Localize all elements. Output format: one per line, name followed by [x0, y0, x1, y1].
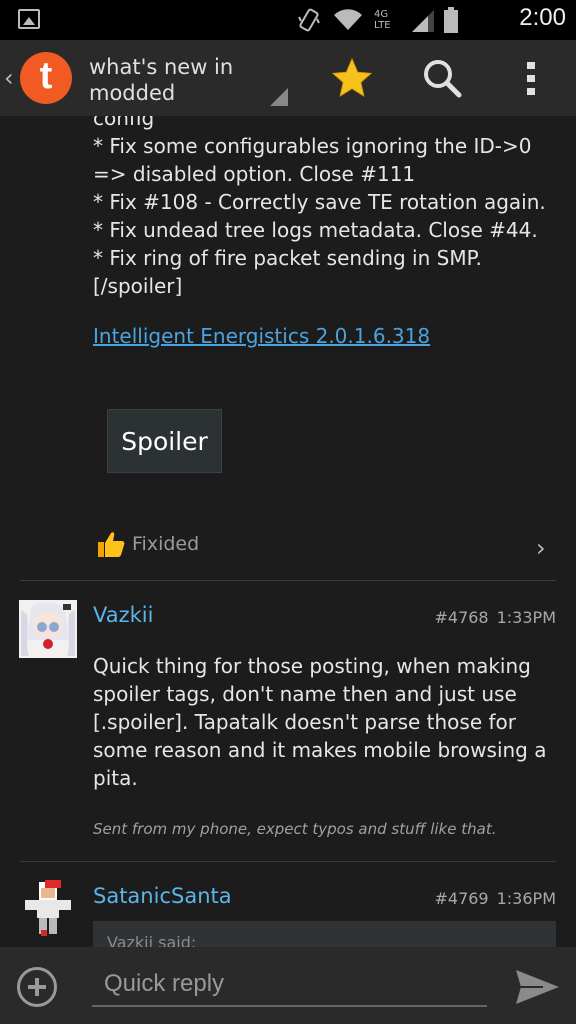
post-line: * Fix ring of fire packet sending in SMP… — [93, 246, 482, 270]
send-icon[interactable] — [513, 967, 561, 1007]
username[interactable]: Vazkii — [93, 603, 153, 627]
add-attachment-icon[interactable] — [17, 967, 57, 1007]
username[interactable]: SatanicSanta — [93, 884, 232, 908]
thread-content[interactable]: config * Fix some configurables ignoring… — [0, 116, 576, 947]
network-type: 4G LTE — [374, 9, 391, 31]
wifi-icon — [334, 9, 362, 31]
post-signature: Sent from my phone, expect typos and stu… — [93, 820, 497, 838]
post-divider — [20, 580, 556, 581]
post-divider — [20, 861, 556, 862]
chevron-right-icon[interactable]: › — [536, 534, 546, 562]
quick-reply-bar — [0, 947, 576, 1024]
post-line: config — [93, 116, 155, 130]
status-bar: 4G LTE 2:00 — [0, 0, 576, 40]
overflow-menu-icon[interactable] — [507, 54, 555, 102]
post-time: 1:36PM — [496, 889, 556, 908]
post-number: #4768 — [434, 608, 489, 627]
post-meta: #4768 1:33PM — [434, 608, 556, 627]
battery-icon — [444, 7, 458, 33]
signal-icon — [412, 10, 434, 32]
thumbs-up-icon — [98, 532, 125, 557]
avatar[interactable] — [19, 600, 77, 658]
clock: 2:00 — [519, 4, 566, 31]
spoiler-button[interactable]: Spoiler — [107, 409, 222, 473]
post-number: #4769 — [434, 889, 489, 908]
search-icon[interactable] — [418, 54, 466, 102]
post-body: Quick thing for those posting, when maki… — [93, 654, 547, 790]
post-time: 1:33PM — [496, 608, 556, 627]
quote-header: Vazkii said: — [107, 933, 197, 947]
quote-block: Vazkii said: — [93, 921, 556, 947]
post-line: * Fix undead tree logs metadata. Close #… — [93, 218, 538, 242]
post-line: => disabled option. Close #111 — [93, 162, 416, 186]
post-line: [/spoiler] — [93, 274, 183, 298]
thanks-label: Fixided — [132, 533, 200, 555]
post-line: * Fix some configurables ignoring the ID… — [93, 134, 532, 158]
star-icon[interactable] — [328, 54, 376, 102]
action-bar: ‹ t what's new in modded — [0, 40, 576, 116]
status-icons: 4G LTE — [296, 6, 458, 34]
vibrate-icon — [298, 8, 320, 32]
image-notification-icon — [18, 9, 40, 29]
forum-title[interactable]: what's new in modded — [89, 54, 289, 106]
quick-reply-input[interactable] — [92, 963, 487, 1007]
dropdown-triangle-icon — [270, 88, 288, 106]
previous-post-body: config * Fix some configurables ignoring… — [93, 116, 563, 300]
post-meta: #4769 1:36PM — [434, 889, 556, 908]
avatar[interactable] — [19, 880, 77, 938]
tapatalk-logo[interactable]: t — [20, 52, 72, 104]
back-chevron-icon[interactable]: ‹ — [4, 64, 14, 92]
post-line: * Fix #108 - Correctly save TE rotation … — [93, 190, 546, 214]
release-link[interactable]: Intelligent Energistics 2.0.1.6.318 — [93, 324, 430, 348]
thanks-row[interactable]: Fixided — [96, 528, 199, 560]
